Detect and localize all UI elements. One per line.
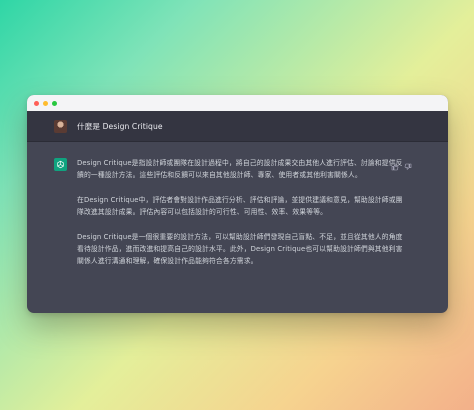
answer-paragraph: Design Critique是指設計師或團隊在設計過程中，將自己的設計成果交由…	[77, 159, 403, 180]
assistant-message: Design Critique是指設計師或團隊在設計過程中，將自己的設計成果交由…	[27, 142, 448, 268]
close-window-button[interactable]	[34, 100, 39, 106]
user-message: 什麼是 Design Critique	[27, 111, 448, 142]
feedback-buttons	[391, 156, 412, 175]
user-avatar	[54, 119, 67, 133]
maximize-window-button[interactable]	[52, 100, 57, 106]
minimize-window-button[interactable]	[43, 100, 48, 106]
thumbs-down-icon[interactable]	[404, 156, 412, 175]
openai-logo-icon	[54, 158, 67, 171]
chat-window: 什麼是 Design Critique Design Critique是指設計師…	[27, 95, 448, 313]
answer-paragraph: Design Critique是一個很重要的設計方法，可以幫助設計師們發現自己盲…	[77, 232, 403, 266]
answer-paragraph: 在Design Critique中，評估者會對設計作品進行分析、評估和評論，並提…	[77, 195, 403, 217]
window-titlebar	[27, 95, 448, 111]
user-question-text: 什麼是 Design Critique	[77, 121, 163, 131]
thumbs-up-icon[interactable]	[391, 156, 399, 175]
